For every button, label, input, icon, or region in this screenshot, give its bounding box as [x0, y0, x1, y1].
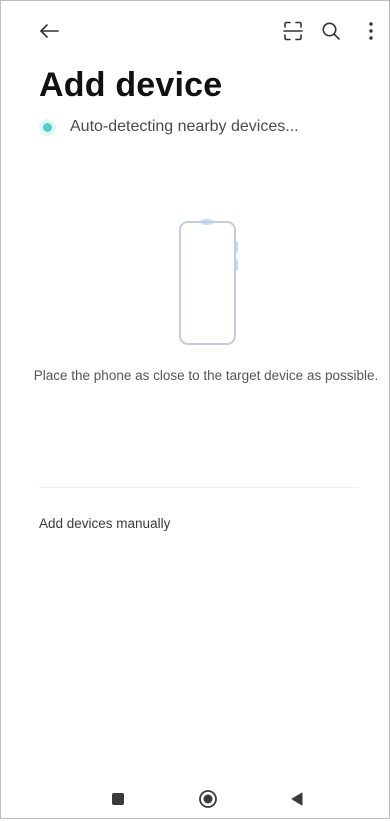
more-vertical-icon: [369, 22, 373, 40]
triangle-back-icon: [291, 792, 303, 806]
nav-back-button[interactable]: [285, 787, 309, 811]
square-icon: [112, 793, 124, 805]
back-button[interactable]: [33, 15, 65, 47]
circle-icon: [199, 790, 217, 808]
page-title: Add device: [39, 66, 223, 104]
app-frame: Add device Auto-detecting nearby devices…: [0, 0, 390, 819]
search-button[interactable]: [315, 15, 347, 47]
home-button[interactable]: [196, 787, 220, 811]
status-dot-icon: [43, 122, 52, 132]
scan-button[interactable]: [277, 15, 309, 47]
scan-icon: [283, 21, 303, 41]
detection-status: Auto-detecting nearby devices...: [39, 115, 299, 139]
navigation-bar: [1, 777, 389, 821]
placement-instruction: Place the phone as close to the target d…: [33, 368, 379, 383]
more-options-button[interactable]: [355, 15, 387, 47]
status-text: Auto-detecting nearby devices...: [70, 118, 299, 135]
recent-apps-button[interactable]: [106, 787, 130, 811]
search-icon: [322, 22, 340, 40]
phone-outline-icon: [179, 219, 238, 345]
toolbar: [1, 1, 389, 61]
divider: [39, 487, 359, 488]
arrow-left-icon: [40, 24, 59, 38]
add-devices-manually-link[interactable]: Add devices manually: [39, 516, 170, 531]
